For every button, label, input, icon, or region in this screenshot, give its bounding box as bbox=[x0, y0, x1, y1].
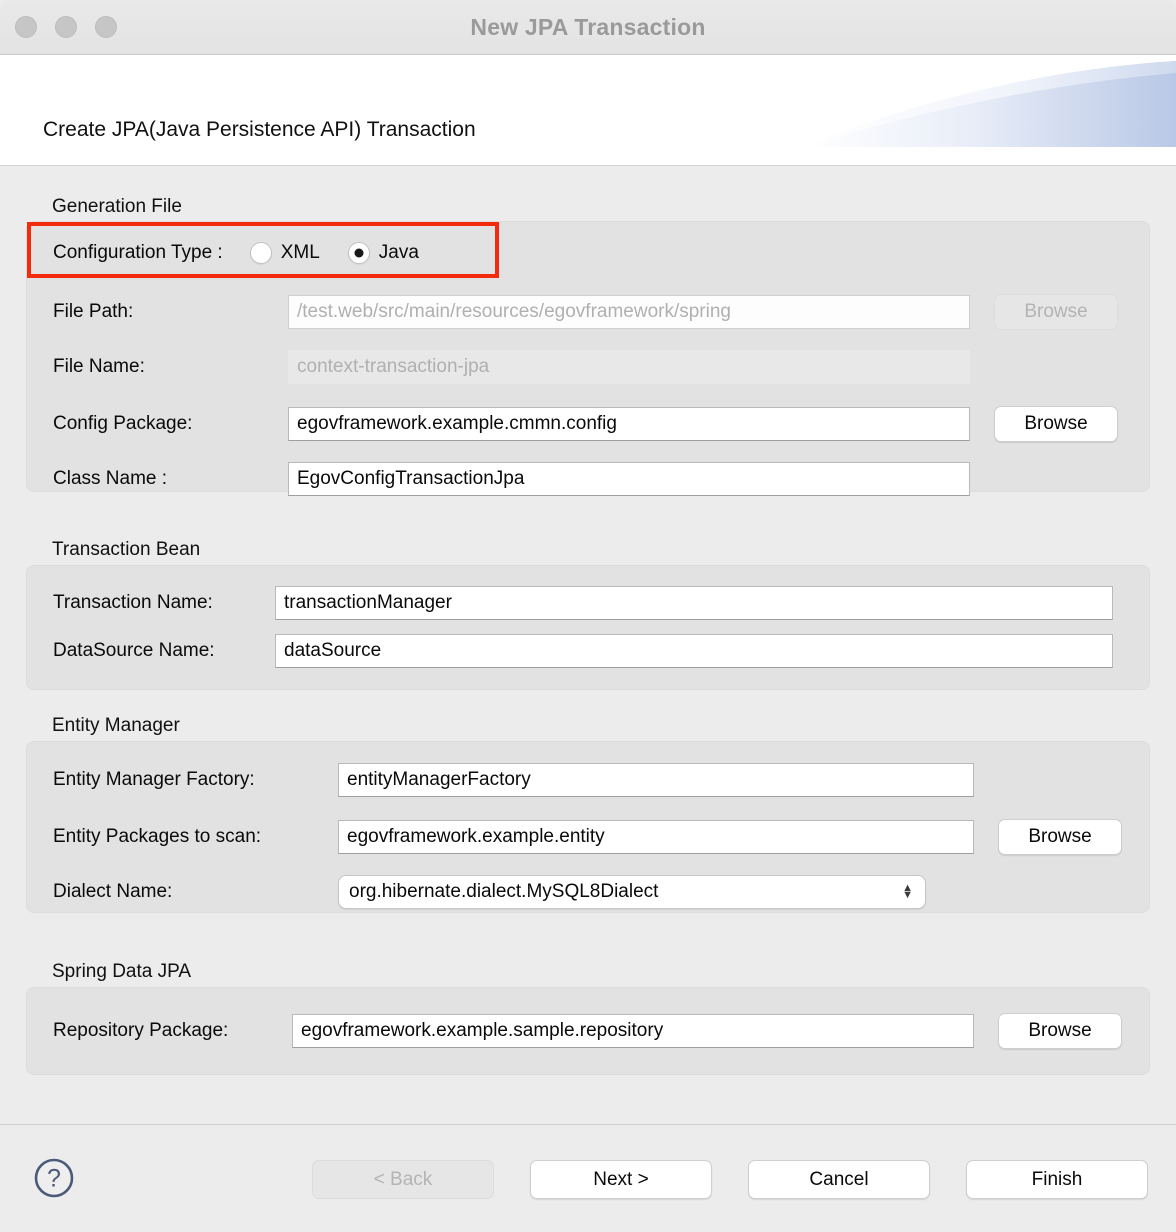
entity-packages-browse-button[interactable]: Browse bbox=[998, 819, 1122, 855]
page-title: Create JPA(Java Persistence API) Transac… bbox=[43, 118, 476, 142]
radio-option-java[interactable]: Java bbox=[348, 242, 419, 264]
entity-packages-input[interactable]: egovframework.example.entity bbox=[338, 820, 974, 854]
repository-package-browse-button[interactable]: Browse bbox=[998, 1013, 1122, 1049]
title-bar: New JPA Transaction bbox=[0, 0, 1176, 55]
dialect-name-select[interactable]: org.hibernate.dialect.MySQL8Dialect ▲▼ bbox=[338, 875, 926, 909]
cancel-button[interactable]: Cancel bbox=[748, 1160, 930, 1199]
radio-java-icon[interactable] bbox=[348, 242, 370, 264]
row-dialect-name: Dialect Name: org.hibernate.dialect.MySQ… bbox=[53, 875, 1151, 909]
config-package-browse-button[interactable]: Browse bbox=[994, 406, 1118, 442]
row-repository-package: Repository Package: egovframework.exampl… bbox=[53, 1013, 1151, 1049]
radio-xml-icon[interactable] bbox=[250, 242, 272, 264]
row-config-package: Config Package: egovframework.example.cm… bbox=[53, 406, 1151, 442]
section-label-entity-manager: Entity Manager bbox=[0, 715, 180, 737]
finish-button[interactable]: Finish bbox=[966, 1160, 1148, 1199]
row-entity-packages: Entity Packages to scan: egovframework.e… bbox=[53, 819, 1151, 855]
back-button[interactable]: < Back bbox=[312, 1160, 494, 1199]
row-class-name: Class Name : EgovConfigTransactionJpa bbox=[53, 462, 1151, 496]
repository-package-input[interactable]: egovframework.example.sample.repository bbox=[292, 1014, 974, 1048]
class-name-input[interactable]: EgovConfigTransactionJpa bbox=[288, 462, 970, 496]
close-button-icon[interactable] bbox=[15, 16, 37, 38]
radio-label-xml: XML bbox=[281, 242, 320, 264]
dialog-window: New JPA Transaction Create JPA(Java Pers… bbox=[0, 0, 1176, 1232]
zoom-button-icon[interactable] bbox=[95, 16, 117, 38]
wizard-content: Generation File Configuration Type : XML… bbox=[0, 166, 1176, 1124]
banner-swoosh-decoration bbox=[756, 55, 1176, 163]
label-configuration-type: Configuration Type : bbox=[53, 242, 223, 264]
row-datasource-name: DataSource Name: dataSource bbox=[53, 634, 1151, 668]
transaction-name-input[interactable]: transactionManager bbox=[275, 586, 1113, 620]
group-transaction-bean: Transaction Name: transactionManager Dat… bbox=[26, 565, 1150, 690]
row-entity-manager-factory: Entity Manager Factory: entityManagerFac… bbox=[53, 763, 1151, 797]
row-file-name: File Name: context-transaction-jpa bbox=[53, 350, 1151, 384]
entity-manager-factory-input[interactable]: entityManagerFactory bbox=[338, 763, 974, 797]
config-package-input[interactable]: egovframework.example.cmmn.config bbox=[288, 407, 970, 441]
dialect-name-selected-value: org.hibernate.dialect.MySQL8Dialect bbox=[349, 881, 658, 903]
row-configuration-type: Configuration Type : XML Java bbox=[53, 242, 419, 264]
file-name-input[interactable]: context-transaction-jpa bbox=[288, 350, 970, 384]
label-datasource-name: DataSource Name: bbox=[53, 640, 275, 662]
row-transaction-name: Transaction Name: transactionManager bbox=[53, 586, 1151, 620]
file-path-browse-button[interactable]: Browse bbox=[994, 294, 1118, 330]
label-entity-manager-factory: Entity Manager Factory: bbox=[53, 769, 338, 791]
section-label-generation-file: Generation File bbox=[0, 196, 182, 218]
next-button[interactable]: Next > bbox=[530, 1160, 712, 1199]
group-spring-data-jpa: Repository Package: egovframework.exampl… bbox=[26, 987, 1150, 1075]
help-question-mark-icon[interactable]: ? bbox=[33, 1157, 75, 1199]
svg-text:?: ? bbox=[47, 1165, 61, 1193]
label-dialect-name: Dialect Name: bbox=[53, 881, 338, 903]
label-repository-package: Repository Package: bbox=[53, 1020, 292, 1042]
section-label-spring-data-jpa: Spring Data JPA bbox=[0, 961, 191, 983]
datasource-name-input[interactable]: dataSource bbox=[275, 634, 1113, 668]
label-file-name: File Name: bbox=[53, 356, 288, 378]
window-controls bbox=[15, 16, 117, 38]
minimize-button-icon[interactable] bbox=[55, 16, 77, 38]
group-entity-manager: Entity Manager Factory: entityManagerFac… bbox=[26, 741, 1150, 913]
section-label-transaction-bean: Transaction Bean bbox=[0, 539, 200, 561]
wizard-header: Create JPA(Java Persistence API) Transac… bbox=[0, 55, 1176, 166]
label-transaction-name: Transaction Name: bbox=[53, 592, 275, 614]
wizard-footer: ? < Back Next > Cancel Finish bbox=[0, 1124, 1176, 1232]
label-config-package: Config Package: bbox=[53, 413, 288, 435]
radio-label-java: Java bbox=[379, 242, 419, 264]
file-path-input[interactable]: /test.web/src/main/resources/egovframewo… bbox=[288, 295, 970, 329]
chevron-up-down-icon: ▲▼ bbox=[902, 885, 913, 899]
label-entity-packages: Entity Packages to scan: bbox=[53, 826, 338, 848]
label-file-path: File Path: bbox=[53, 301, 288, 323]
window-title: New JPA Transaction bbox=[0, 14, 1176, 41]
group-generation-file: Configuration Type : XML Java File Path:… bbox=[26, 221, 1150, 492]
radio-option-xml[interactable]: XML bbox=[250, 242, 320, 264]
label-class-name: Class Name : bbox=[53, 468, 288, 490]
row-file-path: File Path: /test.web/src/main/resources/… bbox=[53, 294, 1151, 330]
footer-button-group: < Back Next > Cancel Finish bbox=[312, 1160, 1148, 1199]
